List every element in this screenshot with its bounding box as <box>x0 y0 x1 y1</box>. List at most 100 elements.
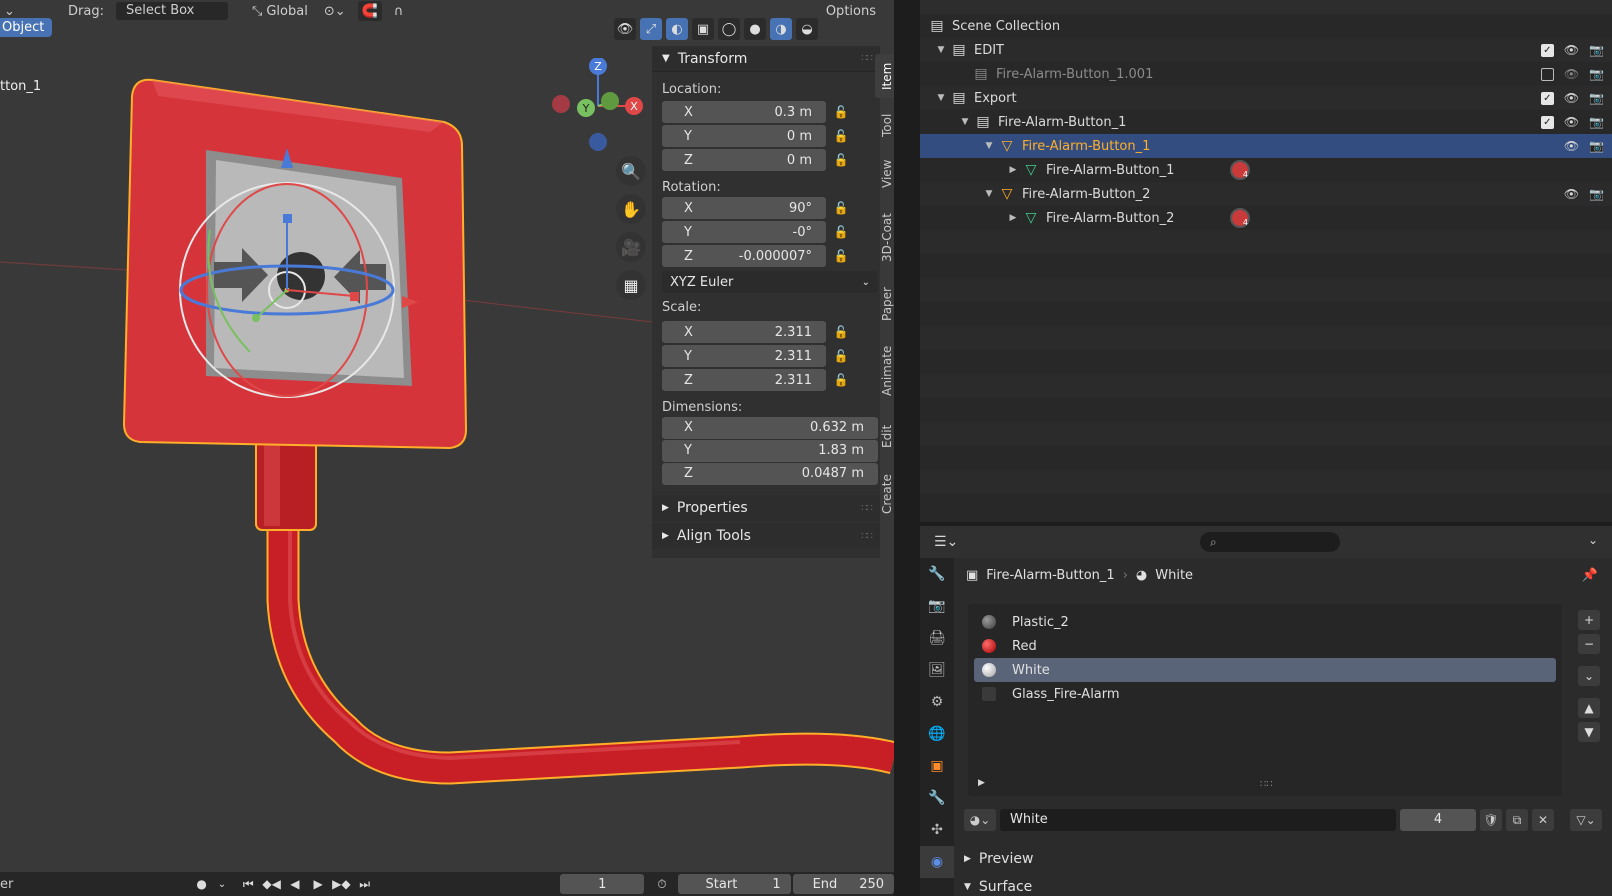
rendered-shading-icon[interactable]: ◒ <box>796 18 818 40</box>
xray-toggle-icon[interactable]: ▣ <box>692 18 714 40</box>
material-name-field[interactable]: White <box>1000 809 1396 831</box>
eye-icon[interactable]: 👁 <box>1564 67 1579 81</box>
list-item[interactable]: Glass_Fire-Alarm <box>974 682 1556 706</box>
wireframe-shading-icon[interactable]: ◯ <box>718 18 740 40</box>
browse-material-icon[interactable]: ◕⌄ <box>964 809 996 831</box>
location-x-field[interactable]: X 0.3 m <box>662 101 826 123</box>
exclude-checkbox[interactable]: ✓ <box>1540 91 1554 105</box>
remove-slot-icon[interactable]: − <box>1578 634 1600 654</box>
outliner-row-fire-alarm-button-1-object[interactable]: ▼ ▽ Fire-Alarm-Button_1 👁 📷 <box>920 134 1612 158</box>
link-type-icon[interactable]: ▽⌄ <box>1570 809 1602 831</box>
lock-icon[interactable]: 🔓 <box>826 105 856 119</box>
render-camera-icon[interactable]: 📷 <box>1589 115 1604 129</box>
list-item[interactable]: Red <box>974 634 1556 658</box>
editor-type-icon[interactable]: ☰⌄ <box>934 534 958 550</box>
expand-triangle-icon[interactable]: ▼ <box>982 141 996 151</box>
expand-triangle-icon[interactable]: ▼ <box>934 93 948 103</box>
scene-properties-icon[interactable]: ⚙ <box>920 686 954 718</box>
exclude-checkbox[interactable] <box>1540 67 1554 81</box>
tab-tool[interactable]: Tool <box>875 106 894 144</box>
expand-triangle-icon[interactable]: ▼ <box>982 189 996 199</box>
3d-viewport[interactable]: ⌄ Drag: Select Box ⤡ Global ⊙⌄ 🧲 ∩ Optio… <box>0 0 894 872</box>
pan-hand-icon[interactable]: ✋ <box>616 194 646 224</box>
snap-toggle[interactable]: 🧲 <box>357 1 382 21</box>
jump-end-icon[interactable]: ⏭ <box>353 877 376 892</box>
timeline-menu-label[interactable]: er <box>0 877 190 892</box>
eye-icon[interactable]: 👁 <box>1564 115 1579 129</box>
outliner-row-fire-alarm-button-1-001[interactable]: ▤ Fire-Alarm-Button_1.001 👁 📷 <box>920 62 1612 86</box>
dimensions-x-field[interactable]: X 0.632 m <box>662 416 878 439</box>
drag-grip-icon[interactable]: ∷∷ <box>861 531 873 542</box>
resize-grip-icon[interactable]: ∷∷ <box>1260 779 1273 790</box>
view-layer-icon[interactable]: 🖼 <box>920 654 954 686</box>
render-properties-icon[interactable]: 📷 <box>920 590 954 622</box>
tab-animate[interactable]: Animate <box>875 338 894 404</box>
editor-divider[interactable] <box>894 0 920 896</box>
outliner-row-fire-alarm-button-2-object[interactable]: ▼ ▽ Fire-Alarm-Button_2 👁 📷 <box>920 182 1612 206</box>
material-properties-icon[interactable]: ◉ <box>920 846 954 878</box>
move-down-icon[interactable]: ▼ <box>1578 722 1600 742</box>
visibility-icon[interactable]: 👁 <box>614 18 636 40</box>
tab-create[interactable]: Create <box>875 466 894 522</box>
expand-triangle-icon[interactable]: ▼ <box>934 45 948 55</box>
lock-icon[interactable]: 🔓 <box>826 225 856 239</box>
tab-item[interactable]: Item <box>875 54 894 98</box>
move-up-icon[interactable]: ▲ <box>1578 698 1600 718</box>
current-frame-field[interactable]: 1 <box>560 874 645 894</box>
modifier-properties-icon[interactable]: 🔧 <box>920 782 954 814</box>
material-badge-icon[interactable]: 4 <box>1230 160 1250 180</box>
jump-start-icon[interactable]: ⏮ <box>237 877 260 892</box>
zoom-icon[interactable]: 🔍 <box>616 156 646 186</box>
align-tools-panel-header[interactable]: ▶ Align Tools ∷∷ <box>652 523 880 549</box>
rotation-z-field[interactable]: Z -0.000007° <box>662 245 826 267</box>
list-item[interactable]: Plastic_2 <box>974 610 1556 634</box>
chevron-down-icon[interactable]: ⌄ <box>1588 533 1598 547</box>
tab-view[interactable]: View <box>875 152 894 196</box>
tab-edit[interactable]: Edit <box>875 416 894 456</box>
exclude-checkbox[interactable]: ✓ <box>1540 115 1554 129</box>
play-reverse-icon[interactable]: ◀ <box>283 877 306 891</box>
play-icon[interactable]: ▶ <box>307 877 330 891</box>
drag-grip-icon[interactable]: ∷∷ <box>861 503 873 514</box>
lock-icon[interactable]: 🔓 <box>826 325 856 339</box>
render-camera-icon[interactable]: 📷 <box>1589 139 1604 153</box>
properties-search-input[interactable]: ⌕ <box>1200 532 1340 552</box>
outliner-row-fire-alarm-button-1-mesh[interactable]: ▶ ▽ Fire-Alarm-Button_1 4 <box>920 158 1612 182</box>
render-camera-icon[interactable]: 📷 <box>1589 91 1604 105</box>
tool-settings-icon[interactable]: 🔧 <box>920 558 954 590</box>
tab-paper[interactable]: Paper <box>875 278 894 330</box>
render-camera-icon[interactable]: 📷 <box>1589 187 1604 201</box>
gizmo-toggle-icon[interactable]: ⤢ <box>640 18 662 40</box>
camera-icon[interactable]: 🎥 <box>616 232 646 262</box>
lock-icon[interactable]: 🔓 <box>826 153 856 167</box>
drag-select-dropdown[interactable]: Select Box <box>115 2 228 20</box>
object-properties-icon[interactable]: ▣ <box>920 750 954 782</box>
expand-triangle-icon[interactable]: ▼ <box>958 117 972 127</box>
exclude-checkbox[interactable]: ✓ <box>1540 43 1554 57</box>
surface-panel-header[interactable]: ▼ Surface <box>964 874 1032 896</box>
properties-panel-header[interactable]: ▶ Properties ∷∷ <box>652 495 880 521</box>
duplicate-material-icon[interactable]: ⧉ <box>1506 809 1528 831</box>
list-filter-triangle-icon[interactable]: ▶ <box>978 778 985 788</box>
outliner-row-fire-alarm-button-1-collection[interactable]: ▼ ▤ Fire-Alarm-Button_1 ✓ 👁 📷 <box>920 110 1612 134</box>
rotation-y-field[interactable]: Y -0° <box>662 221 826 243</box>
outliner-row-scene-collection[interactable]: ▤ Scene Collection <box>920 14 1612 38</box>
prev-keyframe-icon[interactable]: ◆◀ <box>260 877 283 891</box>
dimensions-z-field[interactable]: Z 0.0487 m <box>662 462 878 485</box>
start-frame-field[interactable]: Start 1 <box>677 874 791 894</box>
lock-icon[interactable]: 🔓 <box>826 129 856 143</box>
fake-user-shield-icon[interactable]: 🛡 <box>1480 809 1502 831</box>
location-z-field[interactable]: Z 0 m <box>662 149 826 171</box>
next-keyframe-icon[interactable]: ▶◆ <box>330 877 353 891</box>
solid-shading-icon[interactable]: ● <box>744 18 766 40</box>
object-mode-dropdown[interactable]: Object <box>0 18 53 37</box>
dimensions-y-field[interactable]: Y 1.83 m <box>662 439 878 462</box>
options-menu[interactable]: Options <box>822 1 880 21</box>
eye-icon[interactable]: 👁 <box>1564 187 1579 201</box>
scale-z-field[interactable]: Z 2.311 <box>662 369 826 391</box>
render-camera-icon[interactable]: 📷 <box>1589 67 1604 81</box>
location-y-field[interactable]: Y 0 m <box>662 125 826 147</box>
pivot-dropdown[interactable]: ⊙⌄ <box>320 1 350 21</box>
world-properties-icon[interactable]: 🌐 <box>920 718 954 750</box>
stopwatch-icon[interactable]: ⏱ <box>650 877 673 892</box>
